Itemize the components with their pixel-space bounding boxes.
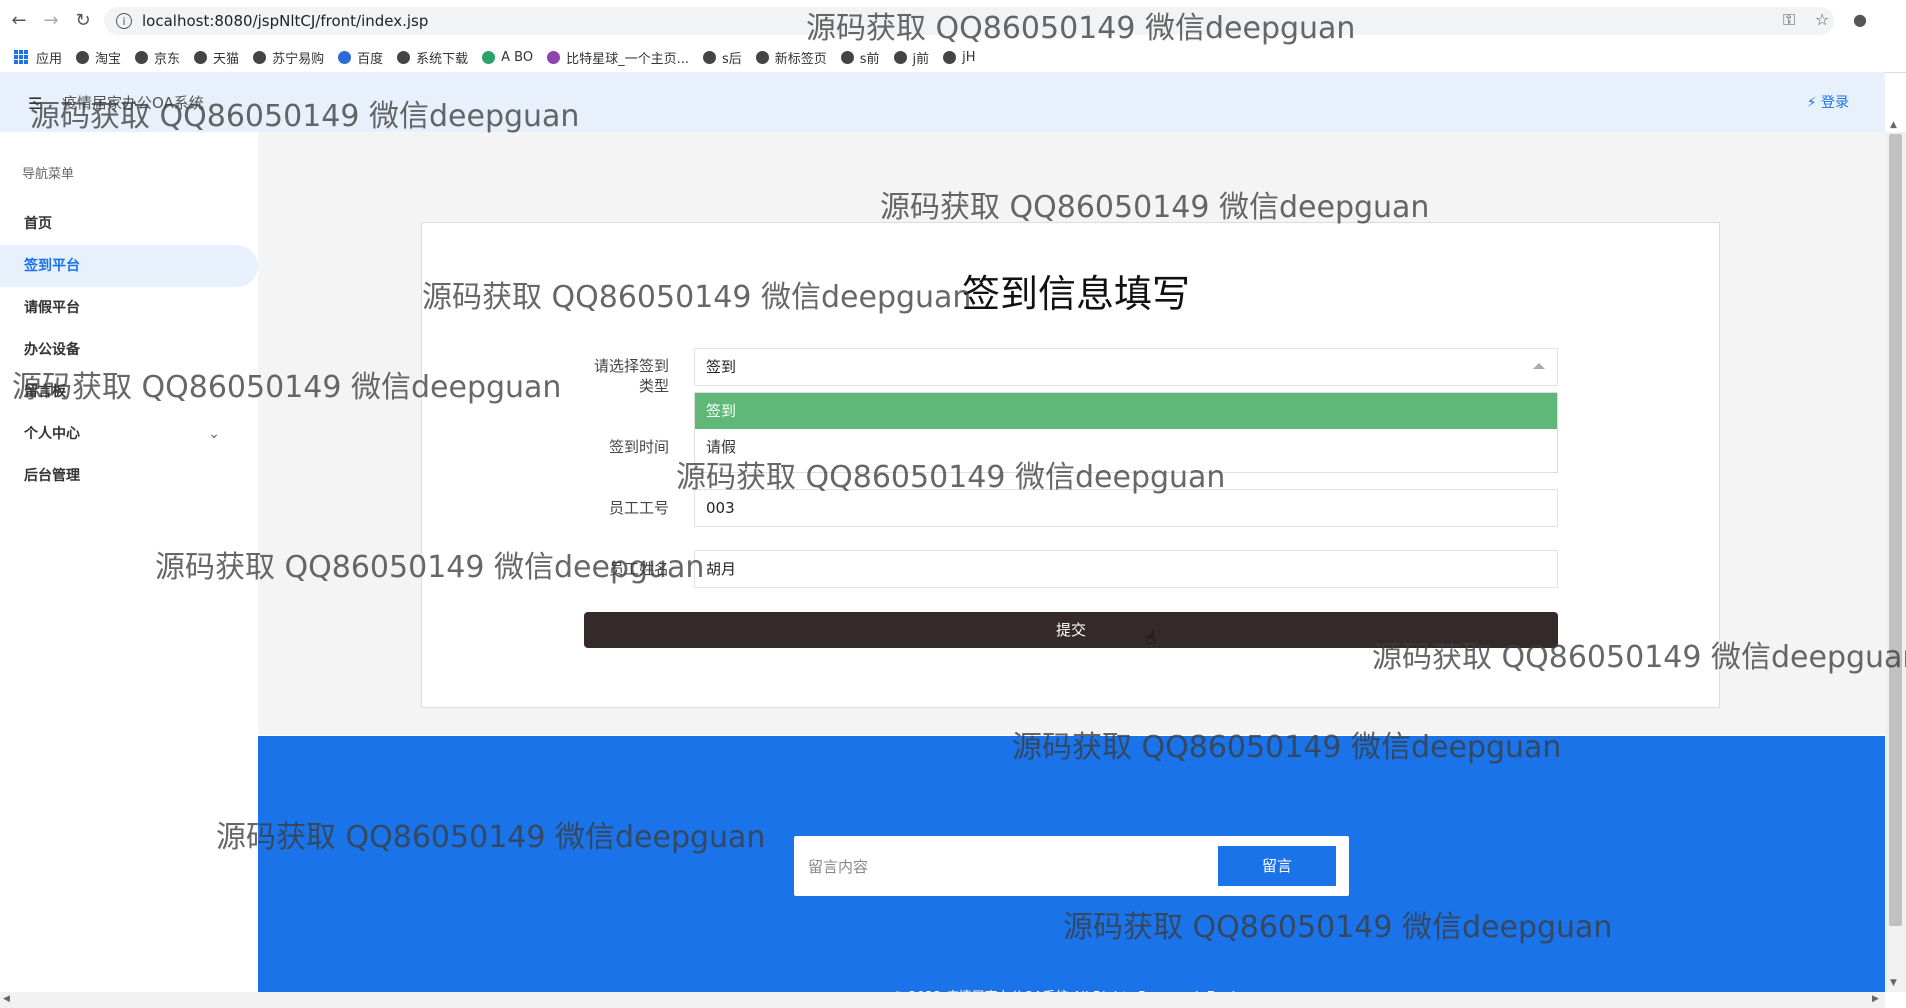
- chevron-down-icon: ⌄: [208, 426, 220, 442]
- sidebar-item-message-board[interactable]: 留言板: [0, 371, 258, 413]
- globe-icon: [893, 50, 907, 64]
- page-header: ☰ 疫情居家办公OA系统 ⚡ 登录: [0, 72, 1885, 132]
- key-icon[interactable]: ⚿: [1783, 10, 1795, 30]
- bookmark-item[interactable]: j前: [893, 48, 929, 67]
- pointer-cursor-icon: ☝: [1145, 628, 1156, 649]
- globe-icon: [194, 50, 208, 64]
- bookmark-item[interactable]: 百度: [338, 48, 383, 67]
- sidebar-item-equipment[interactable]: 办公设备: [0, 329, 258, 371]
- leaf-icon: [482, 50, 496, 64]
- star-icon[interactable]: ☆: [1815, 10, 1829, 29]
- employee-id-input[interactable]: 003: [694, 489, 1558, 527]
- sidebar-item-profile[interactable]: 个人中心 ⌄: [0, 413, 258, 455]
- message-input[interactable]: 留言内容: [808, 856, 868, 877]
- vertical-scrollbar[interactable]: ▲ ▼: [1885, 120, 1906, 992]
- forward-icon[interactable]: →: [40, 10, 62, 32]
- form-title: 签到信息填写: [962, 272, 1191, 316]
- dropdown-option[interactable]: 请假: [695, 429, 1557, 465]
- sidebar-item-admin[interactable]: 后台管理: [0, 455, 258, 497]
- caret-up-icon: [1533, 363, 1545, 369]
- time-label: 签到时间: [608, 438, 669, 456]
- globe-icon: [253, 50, 267, 64]
- globe-icon: [840, 50, 854, 64]
- horizontal-scrollbar[interactable]: ◀ ▶: [0, 992, 1885, 1008]
- menu-icon[interactable]: ☰: [28, 94, 42, 113]
- sidebar-item-home[interactable]: 首页: [0, 203, 258, 245]
- bookmark-item[interactable]: 京东: [135, 48, 180, 67]
- globe-icon: [755, 50, 769, 64]
- type-select[interactable]: 签到: [694, 348, 1558, 386]
- bookmark-item[interactable]: 苏宁易购: [253, 48, 324, 67]
- globe-icon: [397, 50, 411, 64]
- bookmark-item[interactable]: 淘宝: [76, 48, 121, 67]
- browser-toolbar: ← → ↻ i localhost:8080/jspNltCJ/front/in…: [0, 0, 1906, 42]
- apps-icon: [14, 50, 28, 64]
- address-bar[interactable]: i localhost:8080/jspNltCJ/front/index.js…: [104, 7, 1834, 35]
- type-select-value: 签到: [706, 358, 737, 376]
- back-icon[interactable]: ←: [8, 10, 30, 32]
- sidebar-item-leave[interactable]: 请假平台: [0, 287, 258, 329]
- bookmark-item[interactable]: jH: [943, 50, 976, 65]
- site-info-icon[interactable]: i: [116, 13, 132, 29]
- sidebar-item-label: 个人中心: [24, 426, 80, 442]
- reload-icon[interactable]: ↻: [72, 10, 94, 32]
- planet-icon: [547, 50, 561, 64]
- dropdown-option[interactable]: 签到: [695, 393, 1557, 429]
- employee-name-label: 员工姓名: [608, 560, 669, 578]
- paw-icon: [338, 50, 352, 64]
- message-box: 留言内容 留言: [794, 836, 1349, 896]
- url-text: localhost:8080/jspNltCJ/front/index.jsp: [142, 12, 429, 30]
- bookmark-item[interactable]: 比特星球_一个主页...: [547, 48, 689, 67]
- bookmark-item[interactable]: 天猫: [194, 48, 239, 67]
- type-dropdown: 签到 请假: [694, 392, 1558, 473]
- bookmark-item[interactable]: s后: [702, 48, 742, 67]
- scroll-thumb[interactable]: [1889, 134, 1902, 926]
- globe-icon: [702, 50, 716, 64]
- globe-icon: [943, 50, 957, 64]
- bookmark-item[interactable]: s前: [840, 48, 880, 67]
- employee-id-label: 员工工号: [608, 499, 669, 517]
- message-button[interactable]: 留言: [1218, 846, 1336, 886]
- bookmark-item[interactable]: 新标签页: [755, 48, 827, 67]
- scroll-down-icon[interactable]: ▼: [1890, 978, 1897, 988]
- employee-name-input[interactable]: 胡月: [694, 550, 1558, 588]
- globe-icon: [135, 50, 149, 64]
- globe-icon: [76, 50, 90, 64]
- bookmarks-bar: 应用 淘宝 京东 天猫 苏宁易购 百度 系统下载 A BO 比特星球_一个主页.…: [0, 42, 1906, 73]
- scroll-right-icon[interactable]: ▶: [1872, 994, 1879, 1004]
- scroll-up-icon[interactable]: ▲: [1890, 120, 1897, 130]
- sidebar-title: 导航菜单: [22, 167, 75, 182]
- type-label: 请选择签到类型: [594, 357, 670, 395]
- site-title: 疫情居家办公OA系统: [62, 94, 204, 112]
- profile-icon[interactable]: ●: [1853, 10, 1867, 29]
- bookmark-apps[interactable]: 应用: [14, 48, 62, 67]
- bookmark-item[interactable]: 系统下载: [397, 48, 468, 67]
- scroll-left-icon[interactable]: ◀: [3, 994, 10, 1004]
- sidebar: 导航菜单 首页 签到平台 请假平台 办公设备 留言板 个人中心 ⌄ 后台管理: [0, 132, 258, 992]
- bookmark-item[interactable]: A BO: [482, 50, 533, 65]
- login-link[interactable]: ⚡ 登录: [1807, 92, 1849, 112]
- sidebar-item-checkin[interactable]: 签到平台: [0, 245, 258, 287]
- submit-button[interactable]: 提交: [584, 612, 1558, 648]
